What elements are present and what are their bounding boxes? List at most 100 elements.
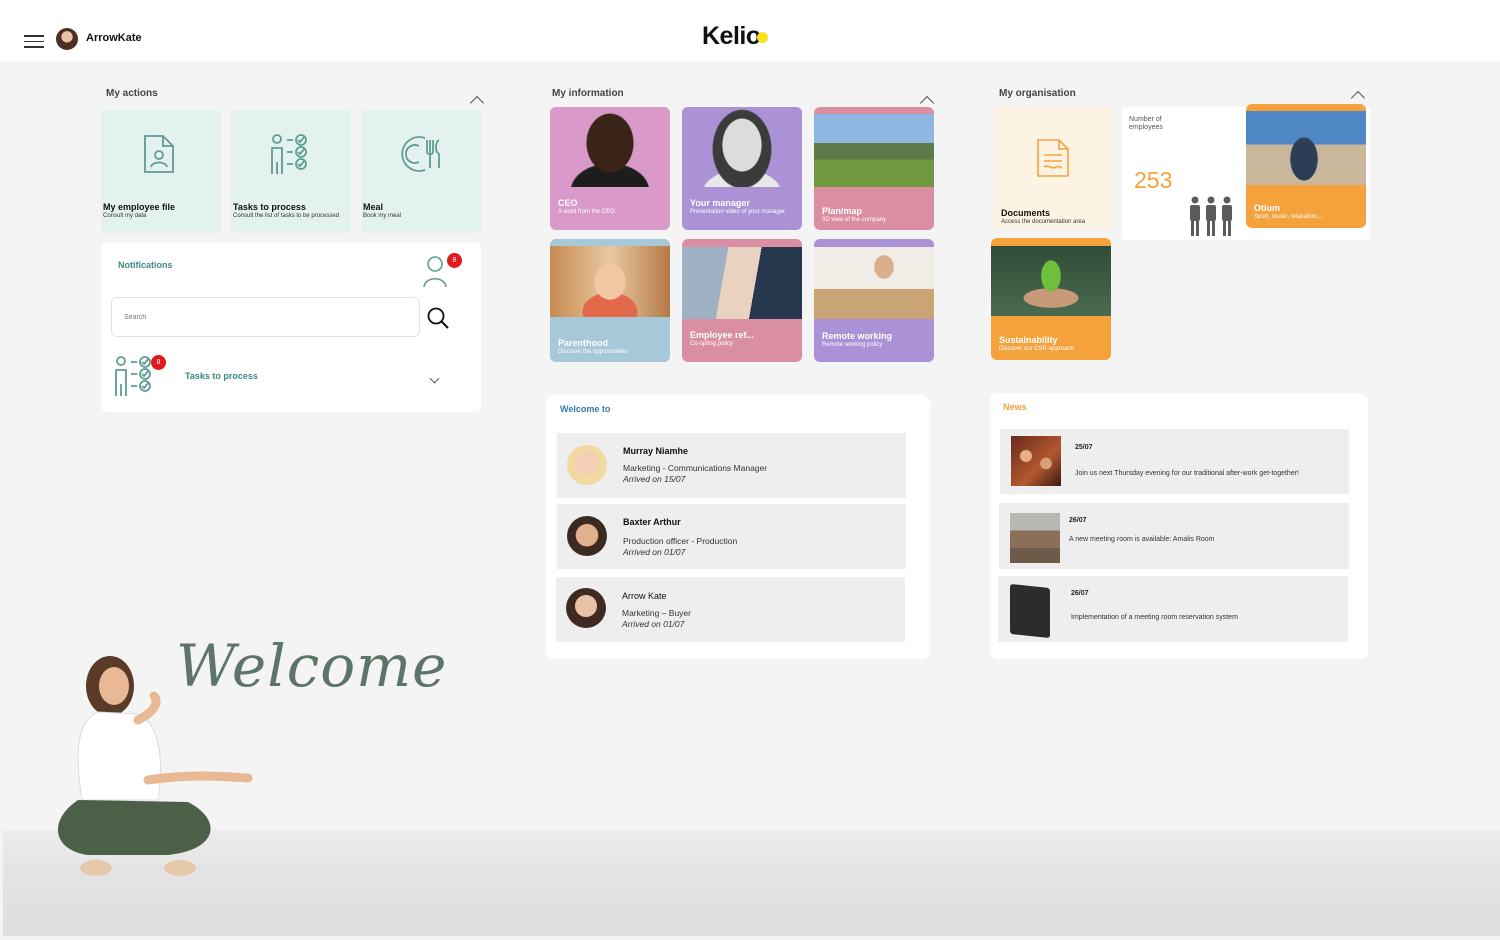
tile-subtitle: A word from the CEO [558,209,615,215]
tile-parenthood[interactable]: Parenthood Discover the opportunities [550,239,670,362]
tile-meal[interactable]: Meal Book my meal [361,110,481,233]
tile-title: Tasks to process [233,202,306,212]
parenthood-photo [550,246,670,317]
tile-title: My employee file [103,202,176,212]
employee-count: 253 [1134,167,1173,193]
list-item[interactable]: Baxter Arthur Production officer - Produ… [557,504,906,569]
tile-ceo[interactable]: CEO A word from the CEO [550,107,670,230]
tasks-checklist-icon [271,134,307,174]
collapse-organisation-icon[interactable] [1350,90,1366,106]
welcome-woman-illustration [57,656,253,876]
tile-title: Documents [1001,208,1051,218]
document-icon [1037,139,1069,177]
tile-title: Remote working [822,331,893,341]
news-text: Join us next Thursday evening for our tr… [1075,470,1299,477]
notifications-title: Notifications [118,260,173,270]
plan-map-photo [814,114,934,187]
news-card: News 25/07 Join us next Thursday evening… [990,393,1368,659]
tile-otium[interactable]: Otium Sport, music, relaxation,... [1246,104,1366,228]
search-input[interactable] [111,297,420,337]
tile-title: CEO [558,198,578,208]
notifications-card: Notifications 8 8 Tasks to process [101,242,481,412]
person-arrival: Arrived on 15/07 [623,474,686,484]
news-thumbnail [1011,436,1061,486]
person-arrival: Arrived on 01/07 [623,547,686,557]
avatar [567,445,607,485]
tasks-to-process-link[interactable]: Tasks to process [185,371,258,381]
kelio-logo: Kelio [702,22,768,51]
tile-employee-referral[interactable]: Employee ref... Co-opting policy [682,239,802,362]
person-role: Marketing – Buyer [622,608,691,618]
news-text: Implementation of a meeting room reserva… [1071,614,1238,621]
tile-subtitle: Discover the opportunities [558,349,628,355]
tile-title: Employee ref... [690,330,755,340]
otium-photo [1246,111,1366,185]
person-role: Marketing - Communications Manager [623,463,768,473]
tile-title: Parenthood [558,338,609,348]
list-item[interactable]: Arrow Kate Marketing – Buyer Arrived on … [556,577,905,642]
tile-subtitle: Book my meal [363,213,402,219]
news-item[interactable]: 26/07 A new meeting room is available: A… [999,503,1349,569]
search-icon[interactable] [426,306,450,330]
tile-sustainability[interactable]: Sustainability Discover our CSR approach [991,238,1111,360]
tile-subtitle: Consult my data [103,213,147,219]
news-item[interactable]: 25/07 Join us next Thursday evening for … [1000,429,1349,494]
list-item[interactable]: Murray Niamhe Marketing - Communications… [557,433,906,498]
tile-remote-working[interactable]: Remote working Remote working policy [814,239,934,362]
tile-subtitle: Co-opting policy [690,341,734,347]
person-arrival: Arrived on 01/07 [622,619,685,629]
handshake-photo [682,247,802,319]
tile-subtitle: 3D view of the company [822,217,887,223]
person-name: Arrow Kate [622,591,667,601]
tile-your-manager[interactable]: Your manager Presentation video of your … [682,107,802,230]
employee-file-icon [144,135,174,173]
expand-tasks-icon[interactable] [429,373,440,384]
tile-subtitle: Consult the list of tasks to be processe… [233,213,340,219]
notification-badge: 8 [447,253,462,268]
meal-icon [401,136,440,172]
tile-subtitle: Sport, music, relaxation,... [1254,214,1324,220]
sustainability-photo [991,246,1111,316]
news-date: 26/07 [1071,590,1089,597]
tile-title: Your manager [690,198,750,208]
news-item[interactable]: 26/07 Implementation of a meeting room r… [998,576,1348,642]
news-date: 25/07 [1075,444,1093,451]
ceo-photo [550,107,670,187]
tile-title: Sustainability [999,335,1058,345]
user-name[interactable]: ArrowKate [86,32,142,44]
my-actions-title: My actions [106,88,158,99]
collapse-actions-icon[interactable] [469,95,485,111]
news-title: News [1003,402,1027,412]
person-name: Baxter Arthur [623,517,681,527]
tile-tasks-to-process[interactable]: Tasks to process Consult the list of tas… [231,110,351,233]
tile-subtitle: Discover our CSR approach [999,346,1074,352]
tasks-badge: 8 [151,355,166,370]
top-bar: ArrowKate Kelio [0,0,1500,62]
manager-photo [682,107,802,187]
news-text: A new meeting room is available: Amalis … [1069,536,1215,543]
welcome-to-title: Welcome to [560,404,611,414]
avatar [566,588,606,628]
people-group-icon [1190,196,1232,236]
user-notification-icon[interactable] [422,254,450,288]
tile-title: Meal [363,202,384,212]
remote-working-photo [814,247,934,319]
news-thumbnail [1010,583,1050,639]
employees-label: Number of employees [1129,116,1163,132]
tile-title: Plan/map [822,206,863,216]
tile-subtitle: Presentation video of your manager [690,209,786,215]
tile-subtitle: Access the documentation area [1001,219,1086,225]
news-thumbnail [1010,513,1060,563]
avatar[interactable] [56,28,78,50]
tile-documents[interactable]: Documents Access the documentation area [993,107,1113,229]
avatar [567,516,607,556]
person-name: Murray Niamhe [623,446,689,456]
tile-employee-file[interactable]: My employee file Consult my data [101,110,221,233]
tile-subtitle: Remote working policy [822,342,883,348]
person-role: Production officer - Production [623,536,738,546]
menu-icon[interactable] [24,35,44,49]
news-date: 26/07 [1069,517,1087,524]
tile-plan-map[interactable]: Plan/map 3D view of the company [814,107,934,230]
welcome-to-card: Welcome to Murray Niamhe Marketing - Com… [546,395,930,659]
tile-title: Otium [1254,203,1280,213]
